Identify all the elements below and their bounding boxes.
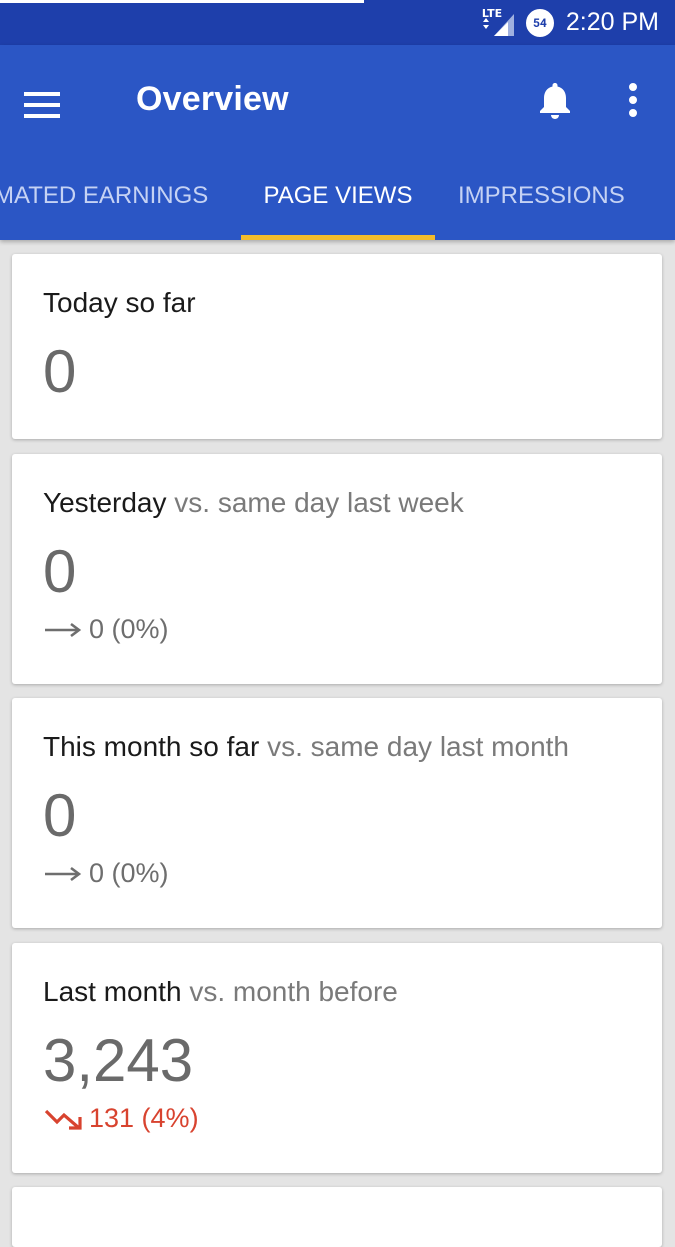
card-title: Today so far bbox=[43, 287, 196, 318]
more-vert-icon bbox=[629, 83, 637, 117]
notifications-button[interactable] bbox=[530, 75, 580, 125]
tab-bar: MATED EARNINGS PAGE VIEWS IMPRESSIONS bbox=[0, 165, 675, 240]
tab-estimated-earnings[interactable]: MATED EARNINGS bbox=[0, 165, 208, 240]
network-type-label: LTE bbox=[481, 6, 503, 20]
card-value: 3,243 bbox=[43, 1027, 194, 1094]
battery-level: 54 bbox=[533, 15, 547, 30]
battery-icon: 54 bbox=[525, 8, 554, 37]
card-value: 0 bbox=[43, 338, 77, 405]
card-title: This month so far bbox=[43, 731, 260, 762]
trending-down-icon bbox=[45, 1109, 82, 1130]
status-bar: LTE 54 2:20 PM bbox=[0, 0, 675, 45]
card-label: Yesterday vs. same day last week bbox=[43, 487, 464, 519]
card-label: Today so far bbox=[43, 287, 196, 319]
card-label: Last month vs. month before bbox=[43, 976, 398, 1008]
card-comparison: vs. same day last month bbox=[267, 731, 569, 762]
bell-icon bbox=[540, 83, 570, 119]
tab-page-views[interactable]: PAGE VIEWS bbox=[241, 165, 435, 240]
menu-icon bbox=[24, 92, 60, 118]
card-comparison: vs. same day last week bbox=[174, 487, 464, 518]
flat-arrow-icon bbox=[45, 622, 82, 637]
change-value: 0 (0%) bbox=[89, 614, 169, 644]
card-change: 0 (0%) bbox=[45, 858, 169, 889]
more-options-button[interactable] bbox=[610, 75, 656, 125]
change-value: 131 (4%) bbox=[89, 1103, 199, 1133]
card-title: Last month bbox=[43, 976, 182, 1007]
loading-progress-bar bbox=[0, 0, 364, 3]
page-title: Overview bbox=[136, 80, 289, 118]
metric-card-yesterday[interactable]: Yesterday vs. same day last week 0 0 (0%… bbox=[12, 454, 662, 684]
metric-card-last-month[interactable]: Last month vs. month before 3,243 131 (4… bbox=[12, 943, 662, 1173]
change-value: 0 (0%) bbox=[89, 858, 169, 888]
card-change: 131 (4%) bbox=[45, 1103, 199, 1134]
card-label: This month so far vs. same day last mont… bbox=[43, 731, 569, 763]
lte-signal-icon: LTE bbox=[482, 8, 516, 38]
menu-button[interactable] bbox=[24, 77, 80, 133]
card-value: 0 bbox=[43, 782, 77, 849]
card-value: 0 bbox=[43, 538, 77, 605]
app-bar: Overview MATED EARNINGS PAGE VIEWS IMPRE… bbox=[0, 45, 675, 240]
metric-card-partial[interactable] bbox=[12, 1187, 662, 1247]
status-icons: LTE 54 2:20 PM bbox=[482, 0, 659, 45]
status-time: 2:20 PM bbox=[565, 8, 659, 36]
metric-card-this-month[interactable]: This month so far vs. same day last mont… bbox=[12, 698, 662, 928]
card-change: 0 (0%) bbox=[45, 614, 169, 645]
flat-arrow-icon bbox=[45, 866, 82, 881]
card-title: Yesterday bbox=[43, 487, 167, 518]
metric-card-today[interactable]: Today so far 0 bbox=[12, 254, 662, 439]
card-comparison: vs. month before bbox=[189, 976, 398, 1007]
tab-impressions[interactable]: IMPRESSIONS bbox=[458, 165, 625, 240]
tab-active-indicator bbox=[241, 235, 435, 240]
